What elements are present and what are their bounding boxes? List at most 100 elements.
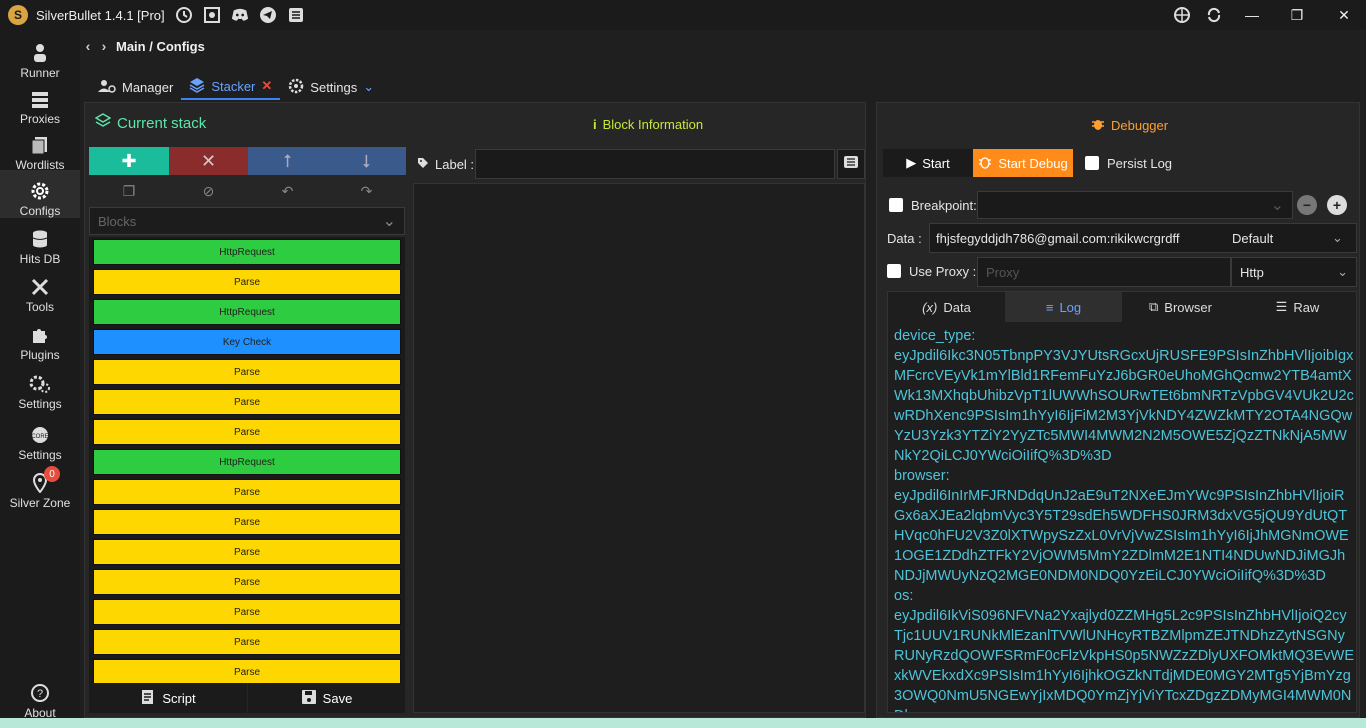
block-editor-area: [413, 183, 865, 713]
stack-block[interactable]: Parse: [93, 599, 401, 625]
log-output[interactable]: device_type: eyJpdil6Ikc3N05TbnpPY3VJYUt…: [894, 326, 1354, 712]
sidebar-label: Configs: [19, 204, 61, 218]
close-button[interactable]: ✕: [1334, 5, 1354, 25]
minimize-button[interactable]: —: [1242, 5, 1262, 25]
current-stack-header: Current stack: [94, 113, 207, 134]
data-input[interactable]: fhjsfegyddjdh786@gmail.com:rikikwcrgrdff…: [929, 223, 1357, 253]
stack-toolbar-1: ✚ ✕ ⭡ ⭣: [89, 147, 406, 175]
tab-data[interactable]: (x) Data: [888, 292, 1005, 322]
add-block-button[interactable]: ✚: [89, 147, 169, 175]
sidebar-label: Hits DB: [19, 252, 61, 266]
stack-block[interactable]: Parse: [93, 539, 401, 565]
save-button[interactable]: Save: [248, 683, 405, 713]
stack-block[interactable]: Parse: [93, 659, 401, 683]
blocks-dropdown[interactable]: Blocks ⌄: [89, 207, 405, 235]
start-button[interactable]: ▶ Start: [883, 149, 973, 177]
stack-block[interactable]: HttpRequest: [93, 449, 401, 475]
stack-block[interactable]: Parse: [93, 479, 401, 505]
telegram-icon[interactable]: [259, 6, 277, 24]
stack-block[interactable]: HttpRequest: [93, 299, 401, 325]
redo-button[interactable]: ↷: [327, 177, 406, 205]
sidebar-item-core-settings[interactable]: CORE Settings: [0, 414, 80, 462]
tab-stacker[interactable]: Stacker ✕: [181, 74, 281, 100]
screenshot-icon[interactable]: [203, 6, 221, 24]
stack-block[interactable]: Parse: [93, 569, 401, 595]
stack-block[interactable]: Parse: [93, 389, 401, 415]
remove-breakpoint-button[interactable]: −: [1297, 195, 1317, 215]
add-breakpoint-button[interactable]: +: [1327, 195, 1347, 215]
sidebar-item-tools[interactable]: Tools: [0, 266, 80, 314]
stack-block[interactable]: Parse: [93, 629, 401, 655]
stack-block[interactable]: Parse: [93, 509, 401, 535]
user-gear-icon: [98, 79, 116, 96]
tab-manager[interactable]: Manager: [90, 74, 181, 100]
sidebar-item-runner[interactable]: Runner: [0, 32, 80, 80]
breakpoint-checkbox[interactable]: [889, 198, 903, 212]
clone-block-button[interactable]: ❐: [89, 177, 169, 205]
menu-button[interactable]: [837, 149, 865, 179]
sidebar-item-about[interactable]: ? About: [0, 672, 80, 720]
use-proxy-option[interactable]: Use Proxy :: [887, 257, 976, 285]
gear-icon: [288, 78, 304, 97]
proxy-type-dropdown[interactable]: Http ⌄: [1231, 257, 1357, 287]
globe-icon[interactable]: [1172, 5, 1192, 25]
history-icon[interactable]: [175, 6, 193, 24]
stack-block[interactable]: Key Check: [93, 329, 401, 355]
sidebar-item-plugins[interactable]: Plugins: [0, 314, 80, 362]
core-settings-icon: CORE: [29, 424, 51, 446]
stack-block[interactable]: Parse: [93, 359, 401, 385]
database-icon: [29, 228, 51, 250]
breakpoint-option[interactable]: Breakpoint:: [889, 191, 977, 219]
tab-browser[interactable]: ⧉ Browser: [1122, 292, 1239, 322]
persist-log-option[interactable]: Persist Log: [1085, 149, 1172, 177]
current-stack-title: Current stack: [117, 115, 207, 132]
undo-button[interactable]: ↶: [248, 177, 327, 205]
tab-label: Log: [1059, 299, 1082, 315]
notes-icon[interactable]: [287, 6, 305, 24]
script-button[interactable]: Script: [89, 683, 247, 713]
tab-log[interactable]: ≡ Log: [1005, 292, 1122, 322]
svg-text:?: ?: [37, 688, 43, 700]
stack-block[interactable]: HttpRequest: [93, 239, 401, 265]
move-down-button[interactable]: ⭣: [327, 147, 406, 175]
debugger-header: Debugger: [1091, 117, 1168, 134]
move-up-button[interactable]: ⭡: [248, 147, 327, 175]
sidebar-item-silver-zone[interactable]: Silver Zone 0: [0, 462, 80, 510]
sidebar-item-wordlists[interactable]: Wordlists: [0, 124, 80, 172]
stack-block[interactable]: Parse: [93, 419, 401, 445]
sidebar-item-hits-db[interactable]: Hits DB: [0, 218, 80, 266]
tab-settings[interactable]: Settings ⌄: [280, 74, 382, 100]
play-icon: ▶: [906, 155, 917, 170]
block-information-title: Block Information: [602, 117, 704, 132]
label-input[interactable]: [475, 149, 835, 179]
tab-label: Settings: [310, 79, 358, 95]
disable-block-button[interactable]: ⊘: [169, 177, 248, 205]
title-bar: S SilverBullet 1.4.1 [Pro] — ❐ ✕: [0, 0, 1366, 30]
proxy-type-value: Http: [1240, 264, 1264, 280]
chevron-down-icon: ⌄: [1270, 197, 1284, 214]
breakpoint-dropdown[interactable]: ⌄: [977, 191, 1293, 219]
use-proxy-checkbox[interactable]: [887, 264, 901, 278]
log-panel: (x) Data ≡ Log ⧉ Browser ☰ Raw device_ty…: [887, 291, 1357, 713]
use-proxy-label: Use Proxy :: [909, 263, 977, 279]
maximize-button[interactable]: ❐: [1287, 5, 1307, 25]
stack-block[interactable]: Parse: [93, 269, 401, 295]
persist-log-checkbox[interactable]: [1085, 156, 1099, 170]
bug-icon: [1091, 117, 1105, 134]
refresh-icon[interactable]: [1204, 5, 1224, 25]
discord-icon[interactable]: [231, 6, 249, 24]
proxy-input[interactable]: Proxy: [977, 257, 1231, 287]
tab-label: Manager: [122, 79, 174, 95]
close-tab-icon[interactable]: ✕: [261, 78, 272, 94]
sidebar-item-proxies[interactable]: Proxies: [0, 78, 80, 126]
menu-icon: [844, 155, 858, 173]
back-icon[interactable]: ‹: [80, 38, 96, 54]
sidebar-item-settings[interactable]: Settings: [0, 363, 80, 411]
sidebar-item-configs[interactable]: Configs: [0, 170, 80, 218]
remove-block-button[interactable]: ✕: [169, 147, 248, 175]
tab-label: Data: [943, 299, 971, 315]
start-debug-button[interactable]: Start Debug: [973, 149, 1073, 177]
persist-log-label: Persist Log: [1107, 155, 1173, 171]
forward-icon[interactable]: ›: [96, 38, 112, 54]
tab-raw[interactable]: ☰ Raw: [1239, 292, 1356, 322]
